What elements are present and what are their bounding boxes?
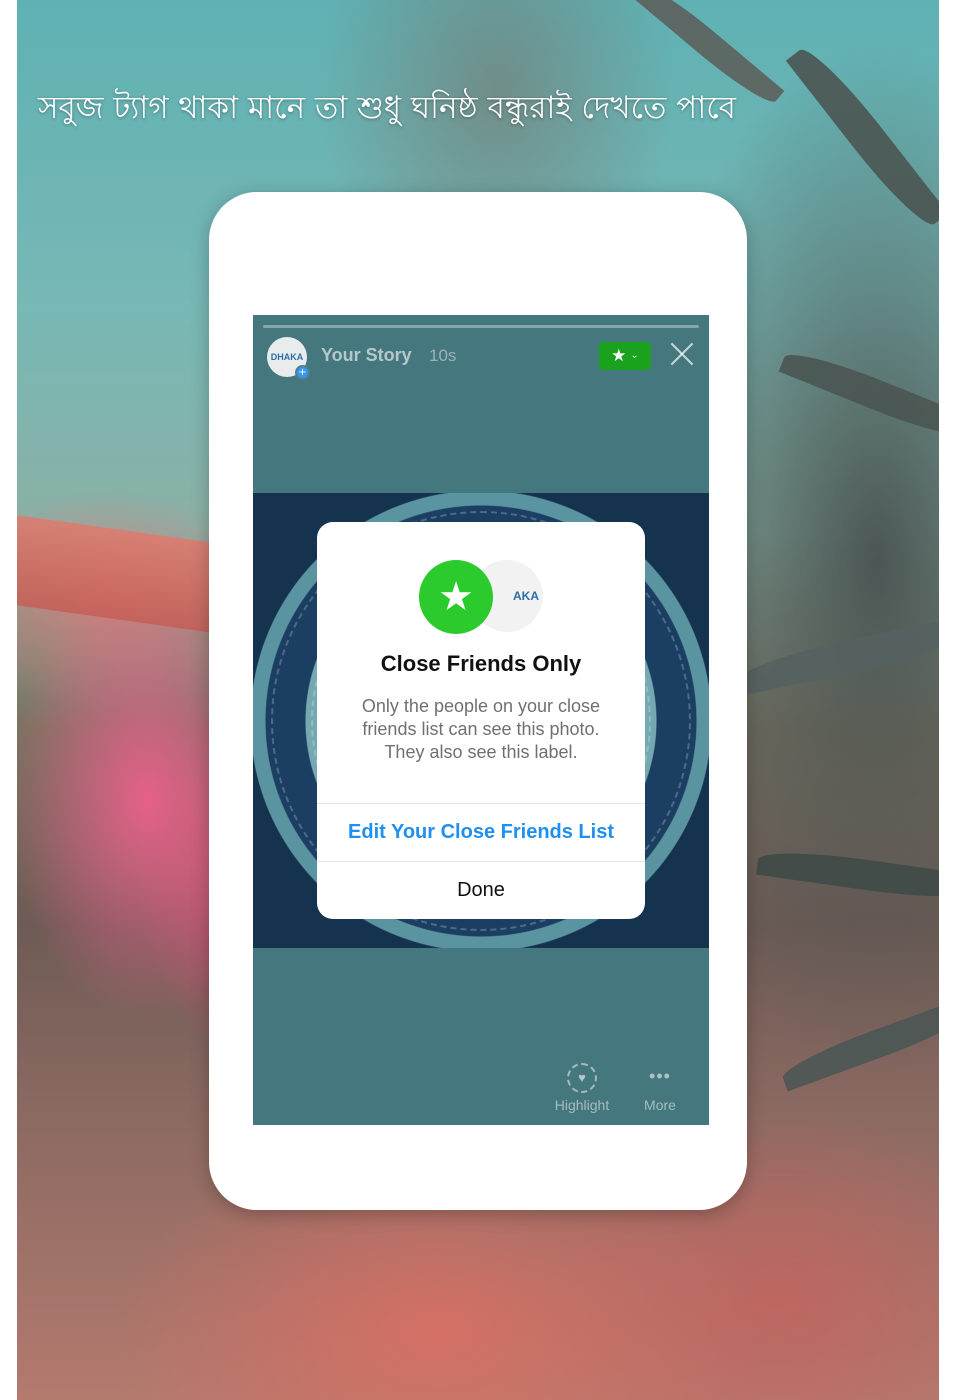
- more-label: More: [644, 1097, 676, 1113]
- dialog-title: Close Friends Only: [380, 651, 582, 676]
- highlight-label: Highlight: [554, 1097, 610, 1113]
- leaf: [785, 39, 939, 235]
- building-roof: [17, 515, 227, 635]
- more-icon: •••: [649, 1066, 671, 1086]
- story-title[interactable]: Your Story: [321, 345, 412, 366]
- dialog-message: Only the people on your close friends li…: [361, 696, 601, 762]
- edit-close-friends-button[interactable]: Edit Your Close Friends List: [317, 803, 645, 861]
- avatar[interactable]: DHAKA +: [267, 337, 310, 380]
- caption-text: সবুজ ট্যাগ থাকা মানে তা শুধু ঘনিষ্ঠ বন্ধ…: [38, 90, 736, 126]
- profile-logo: AKA: [513, 589, 539, 603]
- close-friends-dialog: ★ AKA Close Friends Only Only the people…: [317, 522, 645, 919]
- story-progress-bar: [263, 325, 699, 328]
- dialog-icons: ★ AKA: [419, 560, 543, 634]
- done-button[interactable]: Done: [317, 861, 645, 919]
- close-friends-star-icon: ★: [419, 560, 493, 634]
- leaf: [736, 616, 939, 696]
- leaf: [778, 343, 939, 447]
- star-icon: ★: [611, 345, 627, 366]
- heart-icon: ♥: [567, 1063, 597, 1093]
- close-friends-badge[interactable]: ★ ⌄: [599, 342, 651, 370]
- close-icon[interactable]: [667, 339, 697, 369]
- add-story-icon[interactable]: +: [295, 365, 310, 380]
- story-screen: DHAKA + Your Story 10s ★ ⌄ ♥ Highlight •…: [253, 315, 709, 1125]
- avatar-logo: DHAKA: [270, 352, 304, 362]
- phone-frame: DHAKA + Your Story 10s ★ ⌄ ♥ Highlight •…: [209, 192, 747, 1210]
- story-timestamp: 10s: [429, 346, 457, 365]
- story-header: DHAKA + Your Story 10s ★ ⌄: [253, 335, 709, 380]
- chevron-down-icon: ⌄: [630, 350, 639, 361]
- more-button[interactable]: ••• More: [620, 1063, 700, 1113]
- highlight-button[interactable]: ♥ Highlight: [542, 1063, 622, 1113]
- leaf: [778, 996, 939, 1092]
- leaf: [755, 844, 939, 906]
